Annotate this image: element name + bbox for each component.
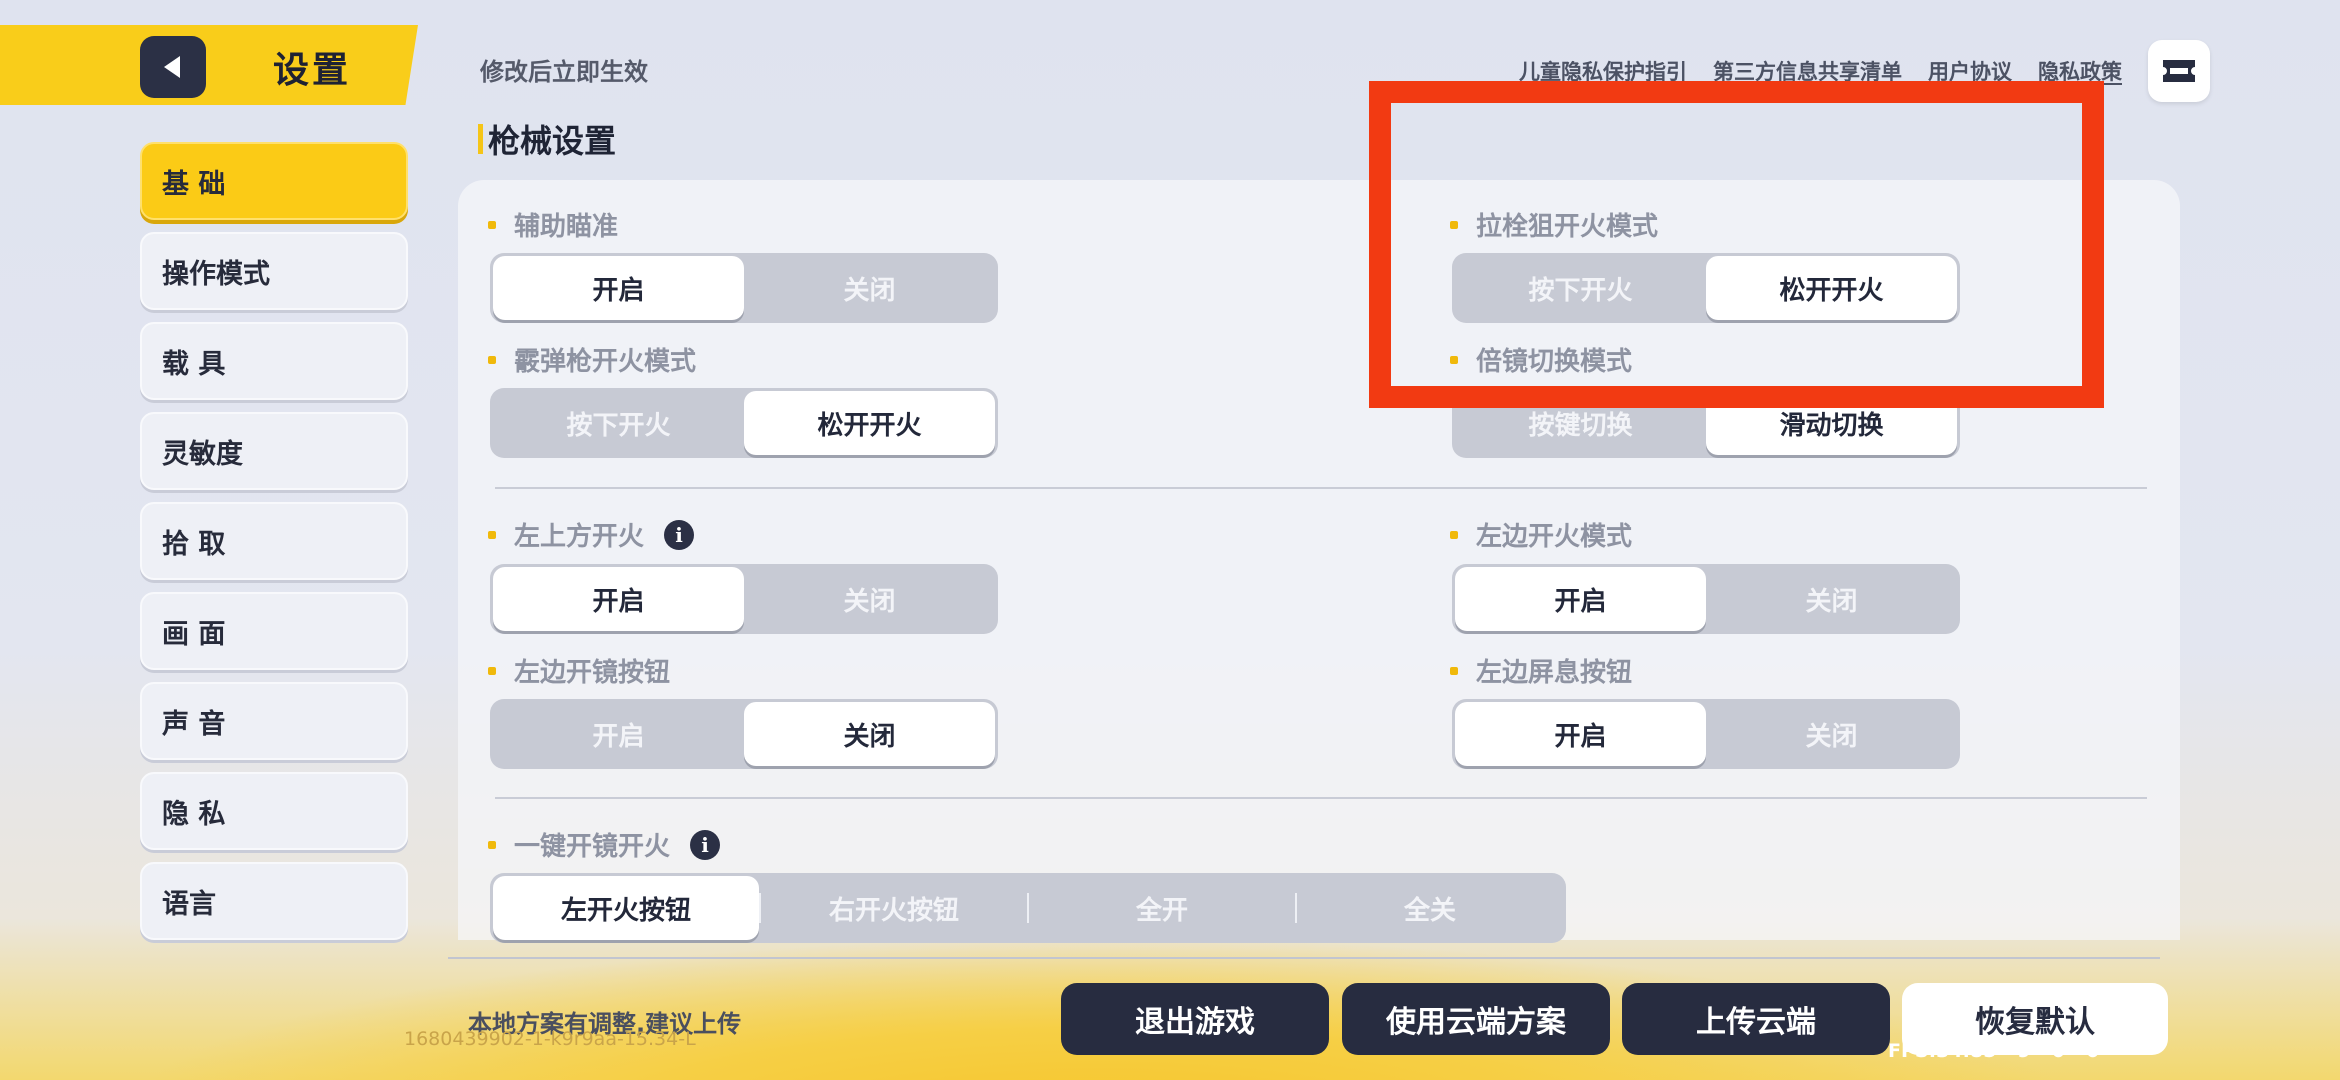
shotgun-release-fire-option[interactable]: 松开开火 [744, 391, 995, 455]
sidebar-item-sensitivity[interactable]: 灵敏度 [140, 412, 408, 490]
setting-label-shotgun-fire: 霰弹枪开火模式 [488, 341, 696, 378]
bullet-icon [488, 840, 496, 849]
bullet-icon [488, 530, 496, 539]
left-scope-off-option[interactable]: 关闭 [744, 702, 995, 766]
bullet-icon [488, 220, 496, 229]
all-off-option[interactable]: 全关 [1297, 876, 1563, 940]
sidebar-item-vehicle[interactable]: 载 具 [140, 322, 408, 400]
section-accent-bar [478, 124, 483, 154]
footer-divider [448, 957, 2160, 959]
sidebar-item-sound[interactable]: 声 音 [140, 682, 408, 760]
left-fire-off-option[interactable]: 关闭 [1706, 567, 1957, 631]
upload-cloud-button[interactable]: 上传云端 [1622, 983, 1890, 1055]
fps-readout: FPS:34.85 - 9 - 0 - 0 [1888, 1040, 2100, 1062]
left-fire-button-option[interactable]: 左开火按钮 [493, 876, 759, 940]
shotgun-press-fire-option[interactable]: 按下开火 [493, 391, 744, 455]
section-divider [495, 797, 2147, 799]
title-ribbon [0, 25, 418, 105]
top-left-fire-off-option[interactable]: 关闭 [744, 567, 995, 631]
sidebar-item-privacy[interactable]: 隐 私 [140, 772, 408, 850]
highlight-box [1369, 81, 2104, 408]
section-divider [495, 487, 2147, 489]
back-arrow-icon [164, 56, 180, 78]
setting-label-left-scope-button: 左边开镜按钮 [488, 652, 670, 689]
sidebar-item-basic[interactable]: 基 础 [140, 142, 408, 220]
sidebar-item-pickup[interactable]: 拾 取 [140, 502, 408, 580]
left-fire-mode-toggle: 开启 关闭 [1452, 564, 1960, 634]
bullet-icon [488, 355, 496, 364]
page-title: 设置 [273, 50, 352, 91]
setting-label-one-tap-scope-fire: 一键开镜开火 i [488, 826, 721, 863]
sidebar-item-control-mode[interactable]: 操作模式 [140, 232, 408, 310]
setting-label-aim-assist: 辅助瞄准 [488, 206, 618, 243]
info-icon[interactable]: i [690, 829, 721, 860]
shotgun-fire-toggle: 按下开火 松开开火 [490, 388, 998, 458]
bullet-icon [1450, 666, 1458, 675]
setting-label-top-left-fire: 左上方开火 i [488, 516, 695, 553]
hold-breath-on-option[interactable]: 开启 [1455, 702, 1706, 766]
build-id: 1680439902-1-k9r9aa-15.34-L [404, 1028, 696, 1050]
bullet-icon [1450, 530, 1458, 539]
one-tap-scope-fire-toggle: 左开火按钮 右开火按钮 全开 全关 [490, 873, 1566, 943]
left-fire-on-option[interactable]: 开启 [1455, 567, 1706, 631]
aim-assist-toggle: 开启 关闭 [490, 253, 998, 323]
ticket-button[interactable] [2148, 40, 2210, 102]
sidebar-item-language[interactable]: 语言 [140, 862, 408, 940]
setting-label-left-hold-breath: 左边屏息按钮 [1450, 652, 1632, 689]
top-left-fire-on-option[interactable]: 开启 [493, 567, 744, 631]
left-scope-button-toggle: 开启 关闭 [490, 699, 998, 769]
apply-notice: 修改后立即生效 [480, 58, 648, 86]
all-on-option[interactable]: 全开 [1029, 876, 1295, 940]
use-cloud-scheme-button[interactable]: 使用云端方案 [1342, 983, 1610, 1055]
info-icon[interactable]: i [664, 519, 695, 550]
top-left-fire-toggle: 开启 关闭 [490, 564, 998, 634]
bullet-icon [488, 666, 496, 675]
aim-assist-on-option[interactable]: 开启 [493, 256, 744, 320]
hold-breath-off-option[interactable]: 关闭 [1706, 702, 1957, 766]
ticket-icon [2163, 60, 2195, 82]
left-hold-breath-toggle: 开启 关闭 [1452, 699, 1960, 769]
right-fire-button-option[interactable]: 右开火按钮 [761, 876, 1027, 940]
section-title: 枪械设置 [488, 122, 617, 160]
exit-game-button[interactable]: 退出游戏 [1061, 983, 1329, 1055]
left-scope-on-option[interactable]: 开启 [493, 702, 744, 766]
back-button[interactable] [140, 36, 206, 98]
aim-assist-off-option[interactable]: 关闭 [744, 256, 995, 320]
sidebar-item-graphics[interactable]: 画 面 [140, 592, 408, 670]
setting-label-left-fire-mode: 左边开火模式 [1450, 516, 1632, 553]
